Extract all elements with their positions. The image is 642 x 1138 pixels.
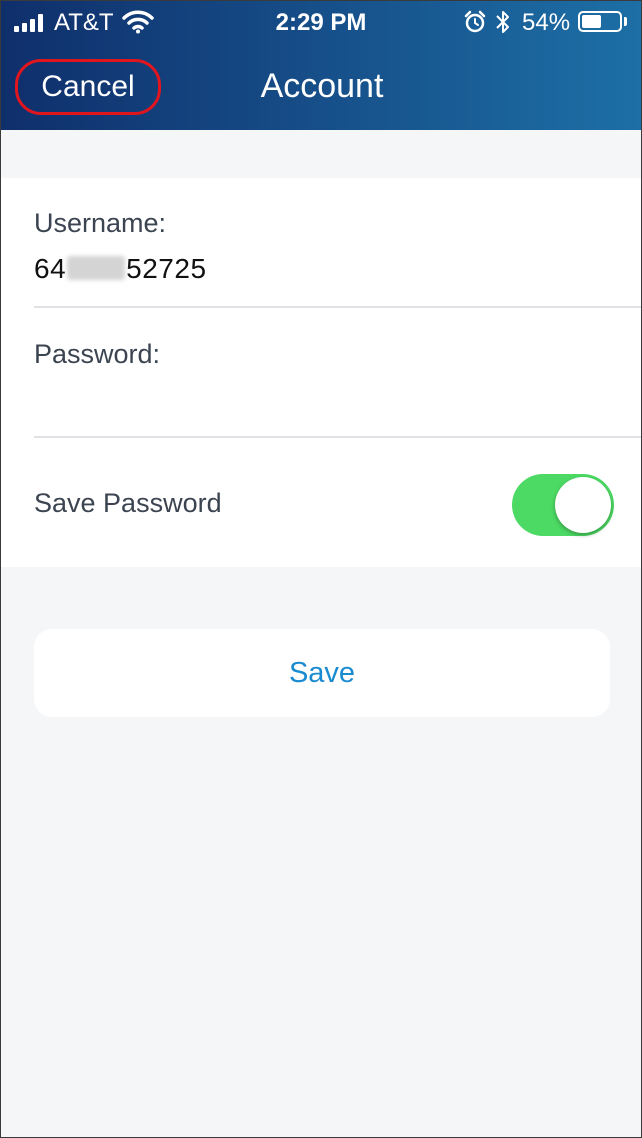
password-field[interactable] <box>34 373 621 425</box>
toggle-knob <box>555 477 611 533</box>
alarm-icon <box>463 10 487 39</box>
save-button[interactable]: Save <box>34 629 610 717</box>
battery-percent: 54% <box>522 9 571 36</box>
battery-cap <box>624 17 627 26</box>
bluetooth-icon <box>495 9 511 40</box>
password-label: Password: <box>34 339 161 369</box>
save-password-label: Save Password <box>34 488 222 518</box>
status-bar: AT&T 2:29 PM 54% <box>1 1 641 43</box>
phone-screen: AT&T 2:29 PM 54% Cancel Account Username… <box>0 0 642 1138</box>
divider <box>34 436 641 438</box>
divider <box>34 306 641 308</box>
nav-header: AT&T 2:29 PM 54% Cancel Account <box>1 1 641 130</box>
battery-icon <box>578 11 622 32</box>
redacted-digits <box>67 256 126 280</box>
save-password-toggle[interactable] <box>512 474 614 536</box>
username-value: 64 52725 <box>34 253 207 285</box>
save-label: Save <box>288 656 356 689</box>
username-prefix: 64 <box>34 253 67 284</box>
page-title: Account <box>260 67 384 105</box>
username-label: Username: <box>34 208 167 238</box>
username-suffix: 52725 <box>126 253 207 284</box>
